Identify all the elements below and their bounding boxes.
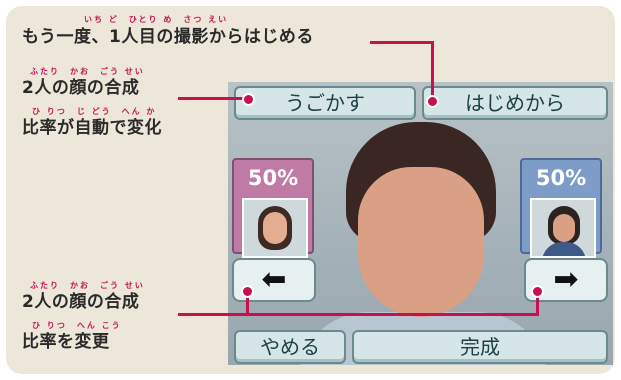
callout-dot bbox=[242, 93, 255, 106]
blend-auto-ruby: ふたり かお ごう せい bbox=[30, 67, 145, 76]
callout-line bbox=[178, 313, 538, 316]
photo-face bbox=[358, 167, 484, 317]
blend-change-line2: 比率を変更 bbox=[22, 332, 110, 352]
quit-button[interactable]: やめる bbox=[234, 330, 346, 364]
done-button[interactable]: 完成 bbox=[352, 330, 608, 364]
callout-dot bbox=[426, 95, 439, 108]
callout-dot bbox=[531, 285, 544, 298]
right-face-panel: 50% bbox=[520, 158, 602, 258]
blend-auto-ruby-2: ひ りつ じ どう へん か bbox=[32, 107, 157, 116]
device-screen: うごかす はじめから 50% 50% ⬅ ➡ やめる 完成 bbox=[228, 82, 613, 365]
top-annotation-ruby: いち ど ひとり め さつ えい bbox=[84, 15, 229, 24]
move-button[interactable]: うごかす bbox=[234, 86, 416, 120]
callout-line bbox=[370, 41, 434, 44]
left-ratio: 50% bbox=[247, 166, 299, 190]
top-annotation: もう一度、1人目の撮影からはじめる bbox=[22, 27, 314, 47]
right-ratio: 50% bbox=[535, 166, 587, 190]
callout-line bbox=[178, 97, 246, 100]
restart-button[interactable]: はじめから bbox=[422, 86, 608, 120]
left-face-thumbnail bbox=[242, 198, 308, 258]
blend-auto-line2: 比率が自動で変化 bbox=[22, 118, 162, 138]
left-face-panel: 50% bbox=[232, 158, 314, 258]
callout-line bbox=[431, 41, 434, 99]
blend-change-ruby: ふたり かお ごう せい bbox=[30, 281, 145, 290]
callout-dot bbox=[241, 285, 254, 298]
right-face-thumbnail bbox=[530, 198, 596, 258]
blend-change-line1: 2人の顔の合成 bbox=[22, 292, 140, 312]
blend-change-ruby-2: ひ りつ へん こう bbox=[32, 321, 122, 330]
blend-auto-line1: 2人の顔の合成 bbox=[22, 78, 140, 98]
